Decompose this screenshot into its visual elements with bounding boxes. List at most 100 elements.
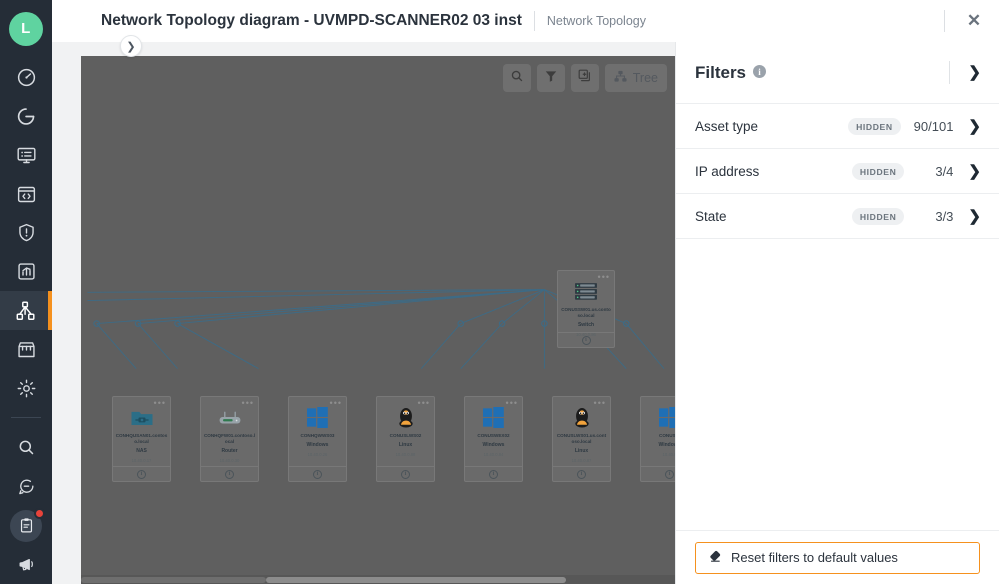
topology-node[interactable]: ••• CONUSLWS02 Linux 10.40.0.88 i — [376, 396, 435, 482]
node-footer: i — [641, 466, 675, 481]
info-icon[interactable]: i — [577, 469, 586, 479]
sidebar-item-marketplace[interactable] — [0, 330, 52, 369]
node-ip: 10.40.0.88 — [395, 452, 416, 458]
filter-row-ip-address[interactable]: IP address HIDDEN 3/4 ❯ — [676, 149, 999, 194]
account-avatar[interactable]: L — [9, 12, 43, 46]
sidebar-item-reports[interactable] — [0, 252, 52, 291]
topology-node[interactable]: ••• CONUSW Windows 10.40.0 — [640, 396, 675, 482]
filter-label: Asset type — [695, 118, 759, 134]
topology-node-root[interactable]: ••• CONUSSW01.us.contoso.local Switch 10… — [557, 270, 615, 348]
megaphone-icon — [17, 555, 36, 574]
node-menu-icon[interactable]: ••• — [418, 399, 430, 408]
moon-icon — [16, 106, 37, 127]
filter-row-asset-type[interactable]: Asset type HIDDEN 90/101 ❯ — [676, 104, 999, 149]
filters-header: Filters i ❯ — [676, 42, 999, 104]
router-icon — [217, 406, 243, 428]
chevron-right-icon[interactable]: ❯ — [968, 209, 981, 224]
topology-node[interactable]: ••• CONHQWWS03 Windows 10.40.0.26 i — [288, 396, 347, 482]
diagram-layout-label: Tree — [632, 71, 658, 85]
sidebar-divider — [11, 417, 41, 419]
diagram-layers-button[interactable] — [570, 64, 599, 92]
sidebar-item-software[interactable] — [0, 175, 52, 214]
filter-meta: HIDDEN 3/4 ❯ — [851, 162, 981, 180]
filter-meta: HIDDEN 90/101 ❯ — [848, 117, 981, 135]
topology-node[interactable]: ••• CONUSLWS01.us.contoso.local Linux 10… — [552, 396, 611, 482]
filter-meta: HIDDEN 3/3 ❯ — [851, 207, 981, 225]
chevron-right-icon[interactable]: ❯ — [968, 164, 981, 179]
sidebar-item-discovery[interactable] — [0, 97, 52, 136]
diagram-layout-selector[interactable]: Tree — [604, 64, 667, 92]
canvas-horizontal-scrollbar[interactable] — [81, 575, 675, 584]
node-footer: i — [289, 466, 346, 481]
topology-node[interactable]: ••• CONHQFW01.contoso.local Router 10.40 — [200, 396, 259, 482]
close-icon[interactable]: ✕ — [963, 10, 985, 32]
info-icon[interactable]: i — [665, 469, 674, 479]
status-badge: HIDDEN — [851, 162, 905, 180]
diagram-search-button[interactable] — [502, 64, 531, 92]
info-icon[interactable]: i — [137, 469, 146, 479]
filters-panel: Filters i ❯ Asset type HIDDEN 90/101 ❯ I… — [675, 42, 999, 584]
node-ip: 10.40.0.84 — [483, 452, 504, 458]
windows-icon — [659, 406, 675, 428]
filters-title: Filters — [695, 62, 747, 82]
eraser-icon — [707, 549, 722, 567]
sidebar-item-network-topology[interactable] — [0, 291, 52, 331]
sidebar-item-security[interactable] — [0, 214, 52, 253]
filters-header-actions: ❯ — [949, 61, 981, 84]
node-ip: 10.40.0.30 — [219, 458, 240, 464]
node-footer: i — [377, 466, 434, 481]
store-icon — [16, 339, 37, 360]
info-icon[interactable]: i — [753, 65, 767, 78]
sidebar-bottom-group — [0, 428, 52, 584]
node-menu-icon[interactable]: ••• — [594, 399, 606, 408]
sidebar-item-dashboard[interactable] — [0, 58, 52, 97]
sidebar-item-announcements[interactable] — [0, 545, 52, 584]
sidebar-item-inventory[interactable] — [0, 136, 52, 175]
nas-icon — [130, 406, 154, 428]
node-type: Windows — [482, 442, 505, 449]
node-menu-icon[interactable]: ••• — [242, 399, 254, 408]
chevron-right-icon[interactable]: ❯ — [968, 119, 981, 134]
switch-icon — [573, 280, 599, 302]
sidebar-item-search[interactable] — [0, 428, 52, 467]
node-footer: i — [553, 466, 610, 481]
node-type: Linux — [574, 448, 589, 455]
node-menu-icon[interactable]: ••• — [330, 399, 342, 408]
windows-icon — [307, 406, 328, 428]
collapse-panel-chevron-icon[interactable]: ❯ — [968, 65, 981, 80]
chat-help-icon — [17, 477, 36, 496]
filters-empty-space — [676, 239, 999, 530]
node-menu-icon[interactable]: ••• — [154, 399, 166, 408]
monitor-list-icon — [16, 145, 37, 166]
info-icon[interactable]: i — [401, 469, 410, 479]
linux-icon — [573, 406, 591, 428]
sidebar-item-settings[interactable] — [0, 369, 52, 408]
node-menu-icon[interactable]: ••• — [506, 399, 518, 408]
info-icon[interactable]: i — [581, 335, 591, 345]
topology-node[interactable]: ••• CONHQUSAN01.contoso.local NAS 10.40. — [112, 396, 171, 482]
tree-layout-icon — [614, 70, 627, 86]
diagram-filter-button[interactable] — [536, 64, 565, 92]
sidebar-item-tasks[interactable] — [0, 506, 52, 545]
reset-filters-button[interactable]: Reset filters to default values — [695, 541, 980, 574]
topology-node[interactable]: ••• CONUSWEX02 Windows 10.40.0.84 i — [464, 396, 523, 482]
expand-panel-chevron-icon[interactable]: ❯ — [120, 35, 142, 57]
node-menu-icon[interactable]: ••• — [598, 273, 610, 282]
duplicate-icon — [577, 68, 592, 88]
filter-label: State — [695, 208, 727, 224]
info-icon[interactable]: i — [313, 469, 322, 479]
info-icon[interactable]: i — [489, 469, 498, 479]
node-hostname: CONUSSW01.us.contoso.local — [561, 307, 611, 319]
dashboard-icon — [16, 67, 37, 88]
sidebar-item-help[interactable] — [0, 467, 52, 506]
topology-canvas[interactable]: Tree ••• CONUSSW01.us.contoso.local Swit… — [81, 56, 675, 584]
filter-row-state[interactable]: State HIDDEN 3/3 ❯ — [676, 194, 999, 239]
node-type: Linux — [398, 442, 413, 449]
node-hostname: CONUSLWS01.us.contoso.local — [556, 433, 607, 445]
info-icon[interactable]: i — [225, 469, 234, 479]
scrollbar-thumb[interactable] — [266, 577, 566, 583]
topology-canvas-inner: Tree ••• CONUSSW01.us.contoso.local Swit… — [81, 56, 675, 584]
titlebar-actions: ✕ — [944, 10, 999, 32]
filter-count: 3/4 — [935, 163, 954, 179]
node-footer: i — [558, 332, 614, 347]
